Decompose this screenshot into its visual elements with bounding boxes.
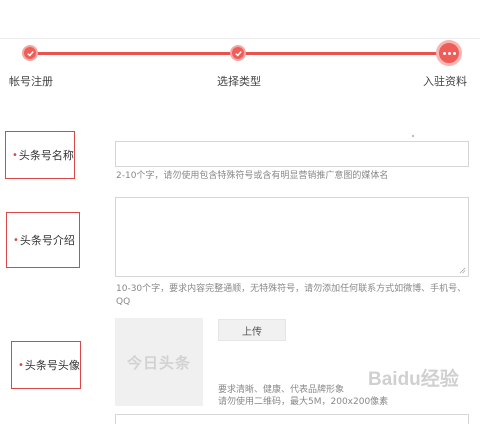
step-1-label: 帐号注册 (9, 75, 53, 88)
next-field-input[interactable] (115, 414, 469, 424)
avatar-hint-line2: 请勿使用二维码，最大5M，200x200像素 (218, 397, 389, 407)
intro-textarea[interactable] (115, 197, 469, 277)
decor-dot (412, 135, 414, 137)
intro-hint: 10-30个字，要求内容完整通顺，无特殊符号，请勿添加任何联系方式如微博、手机号… (116, 284, 467, 307)
resize-handle-icon[interactable] (459, 267, 466, 274)
header-divider (0, 38, 480, 39)
avatar-field-label: • 头条号头像 (11, 341, 81, 389)
step-2-check-icon (230, 45, 246, 61)
baidu-watermark: Baidu经验 (368, 369, 459, 390)
avatar-placeholder: 今日头条 (115, 318, 203, 406)
required-mark: • (18, 359, 24, 371)
required-mark: • (13, 234, 19, 246)
step-3-label: 入驻资料 (423, 75, 467, 88)
name-hint: 2-10个字，请勿使用包含特殊符号或含有明显营销推广意图的媒体名 (116, 171, 389, 181)
name-field-label: • 头条号名称 (5, 131, 75, 179)
name-input[interactable] (115, 141, 469, 167)
intro-field-label: • 头条号介绍 (6, 212, 80, 268)
step-1-check-icon (22, 45, 38, 61)
upload-button[interactable]: 上传 (218, 319, 286, 341)
required-mark: • (12, 149, 18, 161)
step-2-label: 选择类型 (217, 75, 261, 88)
step-3-more-dots-icon (436, 40, 462, 66)
